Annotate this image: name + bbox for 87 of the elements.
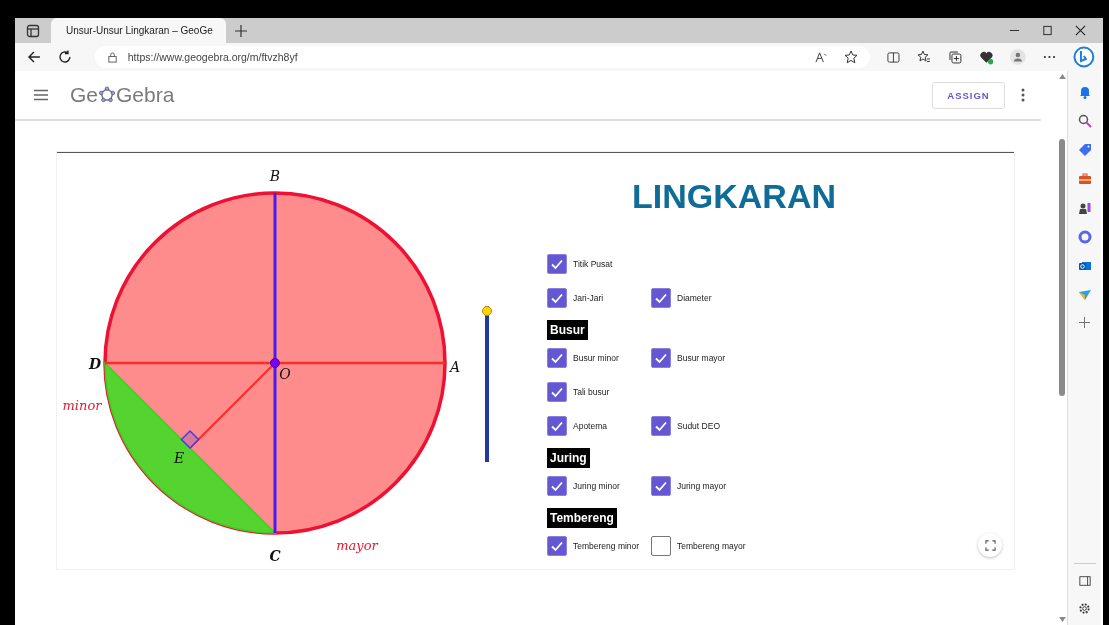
check-icon: [654, 351, 668, 365]
fullscreen-button[interactable]: [978, 533, 1002, 557]
checkbox[interactable]: [651, 288, 671, 308]
paper-plane-icon[interactable]: [1077, 288, 1092, 302]
checkbox-label[interactable]: Titik Pusat: [573, 259, 613, 269]
browser-tab[interactable]: Unsur-Unsur Lingkaran – GeoGe: [51, 18, 226, 43]
assign-button[interactable]: ASSIGN: [932, 81, 1005, 109]
right-angle-mark: [180, 429, 200, 450]
star-icon[interactable]: [843, 50, 858, 64]
favorites-icon[interactable]: [916, 50, 931, 64]
section-heading: Tembereng: [547, 508, 617, 528]
check-icon: [550, 351, 564, 365]
checkbox-label[interactable]: Tali busur: [573, 387, 610, 397]
point-label: E: [173, 450, 185, 466]
applet-title: LINGKARAN: [632, 177, 836, 216]
section-heading: Busur: [547, 320, 588, 340]
settings-icon[interactable]: [1078, 602, 1091, 615]
chess-icon[interactable]: [1077, 201, 1092, 215]
profile-icon[interactable]: [1010, 49, 1027, 65]
checkbox[interactable]: [651, 416, 671, 436]
check-icon: [550, 291, 564, 305]
point-label: O: [279, 366, 291, 382]
checkbox[interactable]: [547, 254, 567, 274]
toolbox-icon[interactable]: [1077, 172, 1092, 186]
close-icon[interactable]: [1075, 25, 1086, 36]
sidebar-toggle-icon[interactable]: [1078, 575, 1091, 587]
point-label: B: [269, 168, 281, 184]
check-icon: [550, 385, 564, 399]
point-label: D: [88, 356, 102, 372]
checkbox-label[interactable]: Busur minor: [573, 353, 619, 363]
chat-logo-icon[interactable]: [1073, 46, 1095, 68]
arc-label: minor: [62, 398, 102, 413]
search-icon[interactable]: [1077, 114, 1092, 128]
checkbox-label[interactable]: Apotema: [573, 421, 608, 431]
checkbox[interactable]: [547, 476, 567, 496]
check-icon: [550, 539, 564, 553]
check-icon: [550, 479, 564, 493]
lock-icon: [106, 51, 118, 63]
checkbox[interactable]: [547, 382, 567, 402]
checkbox-label[interactable]: Tembereng mayor: [677, 541, 746, 551]
read-aloud-icon[interactable]: [814, 50, 828, 64]
check-icon: [654, 419, 668, 433]
check-icon: [654, 479, 668, 493]
checkbox[interactable]: [651, 348, 671, 368]
checkbox-label[interactable]: Diameter: [677, 293, 712, 303]
heart-icon[interactable]: [978, 49, 994, 65]
center-point: [270, 358, 280, 368]
checkbox[interactable]: [547, 536, 567, 556]
up-arrow-icon[interactable]: [1058, 74, 1066, 79]
menu-icon[interactable]: [34, 89, 48, 101]
checkbox-label[interactable]: Tembereng minor: [573, 541, 640, 551]
logo[interactable]: Ge Gebra: [70, 83, 175, 107]
plus-icon[interactable]: [235, 24, 247, 37]
fullscreen-icon: [984, 539, 996, 551]
checkbox-label[interactable]: Jari-Jari: [573, 293, 604, 303]
checkbox[interactable]: [651, 536, 671, 556]
tag-icon[interactable]: [1077, 143, 1092, 157]
checkbox-label[interactable]: Juring mayor: [677, 481, 727, 491]
address-field[interactable]: https://www.geogebra.org/m/ftvzh8yf: [94, 46, 870, 68]
mail-icon[interactable]: [1077, 259, 1092, 273]
check-icon: [550, 257, 564, 271]
ring-icon[interactable]: [1077, 230, 1092, 244]
checkbox[interactable]: [651, 476, 671, 496]
more-icon[interactable]: [1021, 88, 1025, 102]
vertical-slider[interactable]: [482, 306, 492, 462]
slider-thumb[interactable]: [482, 306, 492, 316]
check-icon: [550, 419, 564, 433]
point-label: A: [449, 359, 461, 375]
checkbox-label[interactable]: Juring minor: [573, 481, 620, 491]
plus-icon[interactable]: [1079, 317, 1090, 328]
split-screen-icon[interactable]: [886, 50, 900, 64]
down-arrow-icon[interactable]: [1058, 617, 1066, 622]
refresh-icon[interactable]: [57, 50, 72, 64]
back-icon[interactable]: [27, 50, 41, 64]
section-heading: Juring: [547, 448, 590, 468]
collections-icon[interactable]: [947, 50, 962, 64]
checkbox[interactable]: [547, 416, 567, 436]
restore-icon[interactable]: [1042, 25, 1053, 36]
checkbox[interactable]: [547, 348, 567, 368]
checkbox-label[interactable]: Sudut DEO: [677, 421, 720, 431]
more-icon[interactable]: [1043, 55, 1057, 59]
checkbox-label[interactable]: Busur mayor: [677, 353, 726, 363]
arc-label: mayor: [336, 538, 378, 553]
point-label: C: [269, 548, 281, 564]
checkbox[interactable]: [547, 288, 567, 308]
tab-actions-icon[interactable]: [26, 23, 40, 38]
check-icon: [654, 291, 668, 305]
